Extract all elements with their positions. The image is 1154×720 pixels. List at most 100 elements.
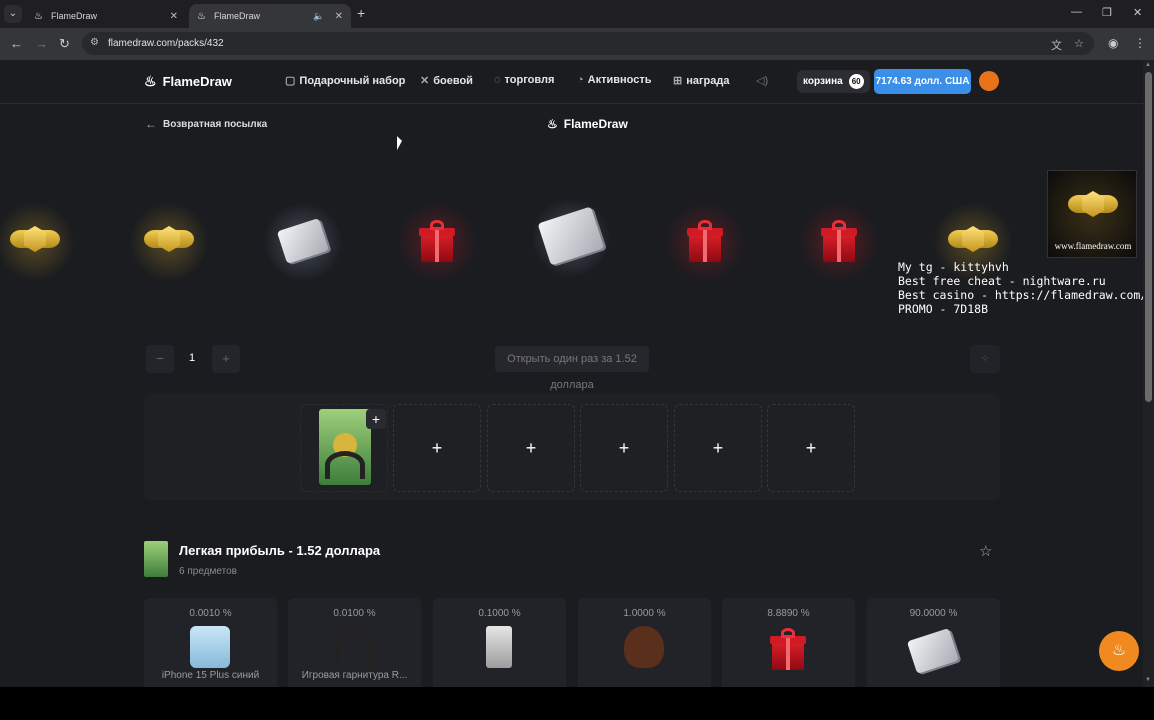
minimize-icon[interactable]: — bbox=[1071, 6, 1082, 18]
center-logo: ♨ FlameDraw bbox=[547, 117, 628, 131]
case-thumbnail bbox=[144, 541, 168, 577]
menu-kebab-icon[interactable]: ⋮ bbox=[1134, 36, 1146, 50]
drop-card[interactable]: 8.8890 % bbox=[722, 598, 855, 687]
back-icon[interactable]: ← bbox=[10, 36, 23, 51]
nav-reward[interactable]: ⊞ награда bbox=[673, 74, 730, 88]
ticket-icon bbox=[276, 218, 330, 264]
scrollbar-thumb[interactable] bbox=[1145, 72, 1152, 402]
cart-count-badge: 60 bbox=[848, 74, 864, 89]
drop-chance: 0.1000 % bbox=[478, 608, 521, 619]
screen-bottom-bar bbox=[0, 687, 1154, 720]
stream-overlay-text: My tg - kittyhvh Best free cheat - night… bbox=[898, 260, 1148, 316]
support-chat-button[interactable]: ♨ bbox=[1099, 631, 1139, 671]
drop-chance: 90.0000 % bbox=[909, 608, 958, 619]
reel-item-ticket-center bbox=[531, 198, 611, 278]
nav-gift-set[interactable]: ▢ Подарочный набор bbox=[285, 74, 406, 88]
page-viewport: ♨ FlameDraw ▢ Подарочный набор ✕ боевой … bbox=[0, 60, 1154, 687]
page-scrollbar[interactable]: ▲ ▼ bbox=[1143, 60, 1154, 687]
case-slot-empty[interactable]: + bbox=[393, 404, 481, 492]
center-logo-text: FlameDraw bbox=[563, 117, 628, 131]
drop-card[interactable]: 0.0100 % Игровая гарнитура R... bbox=[288, 598, 421, 687]
reel-item-badge bbox=[129, 202, 209, 282]
site-info-icon[interactable]: ⚙ bbox=[90, 37, 99, 48]
case-item-count: 6 предметов bbox=[179, 566, 237, 577]
nav-label: Подарочный набор bbox=[299, 74, 406, 87]
scroll-down-icon[interactable]: ▼ bbox=[1145, 677, 1151, 683]
reel-item-ticket bbox=[263, 202, 343, 282]
forward-icon[interactable]: → bbox=[35, 36, 48, 51]
browser-tab[interactable]: ♨ FlameDraw ✕ bbox=[26, 4, 186, 28]
case-slot-empty[interactable]: + bbox=[487, 404, 575, 492]
case-title: Легкая прибыль - 1.52 доллара bbox=[179, 543, 381, 558]
case-slot-empty[interactable]: + bbox=[580, 404, 668, 492]
translate-icon[interactable]: 文 bbox=[1051, 37, 1062, 53]
red-gift-icon bbox=[687, 220, 723, 262]
nav-label: Активность bbox=[587, 74, 652, 86]
sound-toggle-icon[interactable]: ◁) bbox=[756, 74, 768, 87]
nav-activity[interactable]: ◔ Активность bbox=[577, 74, 652, 86]
drop-card[interactable]: 1.0000 % bbox=[578, 598, 711, 687]
nav-trade[interactable]: ◌ торговля bbox=[494, 74, 554, 86]
tab-audio-icon[interactable]: 🔈 bbox=[313, 11, 324, 22]
winged-coin-icon bbox=[948, 224, 998, 258]
flame-logo-icon: ♨ bbox=[144, 73, 157, 89]
nav-label: торговля bbox=[504, 74, 555, 86]
mouse-cursor-icon bbox=[397, 136, 402, 152]
back-link[interactable]: ← Возвратная посылка bbox=[145, 117, 267, 131]
reload-icon[interactable]: ↻ bbox=[59, 36, 70, 52]
address-bar[interactable]: ⚙ flamedraw.com/packs/432 文 ☆ bbox=[82, 32, 1094, 55]
gift-icon: ⊞ bbox=[673, 75, 683, 87]
gauge-icon: ◔ bbox=[577, 74, 584, 86]
open-case-button[interactable]: Открыть один раз за 1.52 доллара bbox=[495, 346, 649, 391]
drop-chance: 0.0010 % bbox=[189, 608, 232, 619]
red-gift-icon bbox=[821, 220, 857, 262]
tab-search-button[interactable]: ⌄ bbox=[4, 5, 22, 23]
case-slots-panel: + + + + + + bbox=[144, 394, 1000, 500]
case-slot-empty[interactable]: + bbox=[767, 404, 855, 492]
drop-card[interactable]: 0.1000 % bbox=[433, 598, 566, 687]
url-text[interactable]: flamedraw.com/packs/432 bbox=[108, 38, 224, 49]
back-label: Возвратная посылка bbox=[163, 118, 268, 130]
new-tab-button[interactable]: + bbox=[357, 5, 365, 21]
favorite-star-icon[interactable]: ☆ bbox=[979, 542, 992, 560]
flamedraw-favicon-icon: ♨ bbox=[197, 10, 206, 22]
tab-close-icon[interactable]: ✕ bbox=[170, 11, 178, 22]
drop-card[interactable]: 0.0010 % iPhone 15 Plus синий bbox=[144, 598, 277, 687]
window-close-icon[interactable]: ✕ bbox=[1133, 6, 1142, 19]
browser-toolbar: ← → ↻ ⚙ flamedraw.com/packs/432 文 ☆ ◉ ⋮ bbox=[0, 28, 1154, 60]
gift-box-icon: ▢ bbox=[285, 75, 296, 87]
tab-close-icon[interactable]: ✕ bbox=[335, 11, 343, 22]
quantity-value: 1 bbox=[188, 352, 196, 364]
balance-button[interactable]: 7174.63 долл. США bbox=[874, 69, 971, 94]
drop-name: iPhone 15 Plus синий bbox=[161, 670, 260, 681]
nav-battle[interactable]: ✕ боевой bbox=[420, 74, 473, 88]
overlay-site-text: www.flamedraw.com bbox=[1054, 241, 1132, 251]
case-slot-filled[interactable]: + bbox=[300, 404, 388, 492]
case-image bbox=[319, 409, 371, 485]
watch-image bbox=[486, 626, 512, 668]
quantity-decrease-button[interactable]: − bbox=[146, 345, 174, 373]
avatar[interactable] bbox=[979, 71, 999, 91]
drop-chance: 1.0000 % bbox=[623, 608, 666, 619]
reel-item-gift bbox=[799, 202, 879, 282]
winged-coin-icon bbox=[144, 224, 194, 258]
tab-title: FlameDraw bbox=[214, 11, 261, 21]
site-logo[interactable]: ♨ FlameDraw bbox=[144, 73, 232, 90]
headset-image bbox=[334, 626, 374, 668]
cart-button[interactable]: корзина 60 bbox=[797, 70, 870, 93]
flamedraw-favicon-icon: ♨ bbox=[34, 10, 43, 22]
maximize-icon[interactable]: ❐ bbox=[1102, 6, 1112, 19]
reel-item-gift bbox=[397, 202, 477, 282]
add-case-button[interactable]: + bbox=[366, 409, 386, 429]
bookmark-star-icon[interactable]: ☆ bbox=[1074, 37, 1084, 50]
fast-open-button[interactable]: ✧ bbox=[970, 345, 1000, 373]
case-slot-empty[interactable]: + bbox=[674, 404, 762, 492]
profile-icon[interactable]: ◉ bbox=[1108, 36, 1118, 50]
site-header: ♨ FlameDraw ▢ Подарочный набор ✕ боевой … bbox=[0, 60, 1143, 104]
drop-card[interactable]: 90.0000 % bbox=[867, 598, 1000, 687]
scroll-up-icon[interactable]: ▲ bbox=[1145, 62, 1151, 68]
red-gift-icon bbox=[419, 220, 455, 262]
quantity-increase-button[interactable]: + bbox=[212, 345, 240, 373]
winged-coin-icon bbox=[1068, 189, 1118, 223]
browser-tab-active[interactable]: ♨ FlameDraw 🔈 ✕ bbox=[189, 4, 351, 28]
